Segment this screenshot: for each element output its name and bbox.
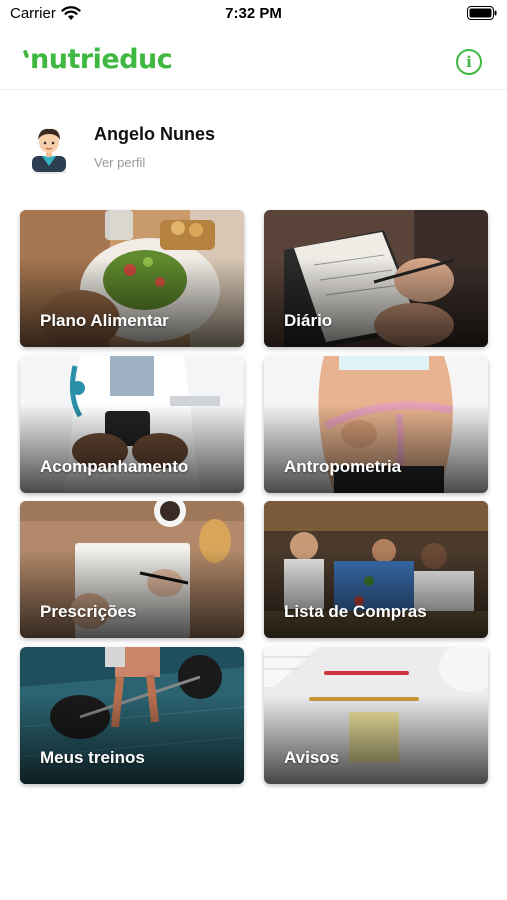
- tile-plano-alimentar[interactable]: Plano Alimentar: [20, 210, 244, 347]
- status-bar: Carrier 7:32 PM: [0, 0, 507, 30]
- tile-label: Acompanhamento: [40, 457, 189, 476]
- tile-label: Avisos: [284, 748, 340, 767]
- nutrieduc-logo: nutrieduc: [22, 44, 173, 75]
- tile-avisos[interactable]: Avisos: [264, 647, 488, 784]
- clock: 7:32 PM: [225, 5, 282, 22]
- tile-label: Diário: [284, 311, 333, 330]
- tile-label: Meus treinos: [40, 748, 145, 767]
- tile-label: Prescrições: [40, 602, 137, 621]
- info-icon: i: [466, 53, 472, 71]
- avatar: [31, 128, 67, 174]
- tile-antropometria[interactable]: Antropometria: [264, 356, 488, 493]
- tile-prescricoes[interactable]: Prescrições: [20, 501, 244, 638]
- tile-diario[interactable]: Diário: [264, 210, 488, 347]
- tile-label: Antropometria: [284, 457, 402, 476]
- info-button[interactable]: i: [456, 49, 482, 75]
- battery-icon: [467, 6, 497, 20]
- tile-acompanhamento[interactable]: Acompanhamento: [20, 356, 244, 493]
- tile-label: Lista de Compras: [284, 602, 427, 621]
- tile-label: Plano Alimentar: [40, 311, 169, 330]
- profile-card[interactable]: Angelo Nunes Ver perfil: [20, 118, 320, 178]
- view-profile-link[interactable]: Ver perfil: [94, 155, 145, 170]
- user-name: Angelo Nunes: [94, 124, 216, 144]
- app-header: nutrieduc i: [0, 30, 507, 90]
- tile-meus-treinos[interactable]: Meus treinos: [20, 647, 244, 784]
- tile-lista-de-compras[interactable]: Lista de Compras: [264, 501, 488, 638]
